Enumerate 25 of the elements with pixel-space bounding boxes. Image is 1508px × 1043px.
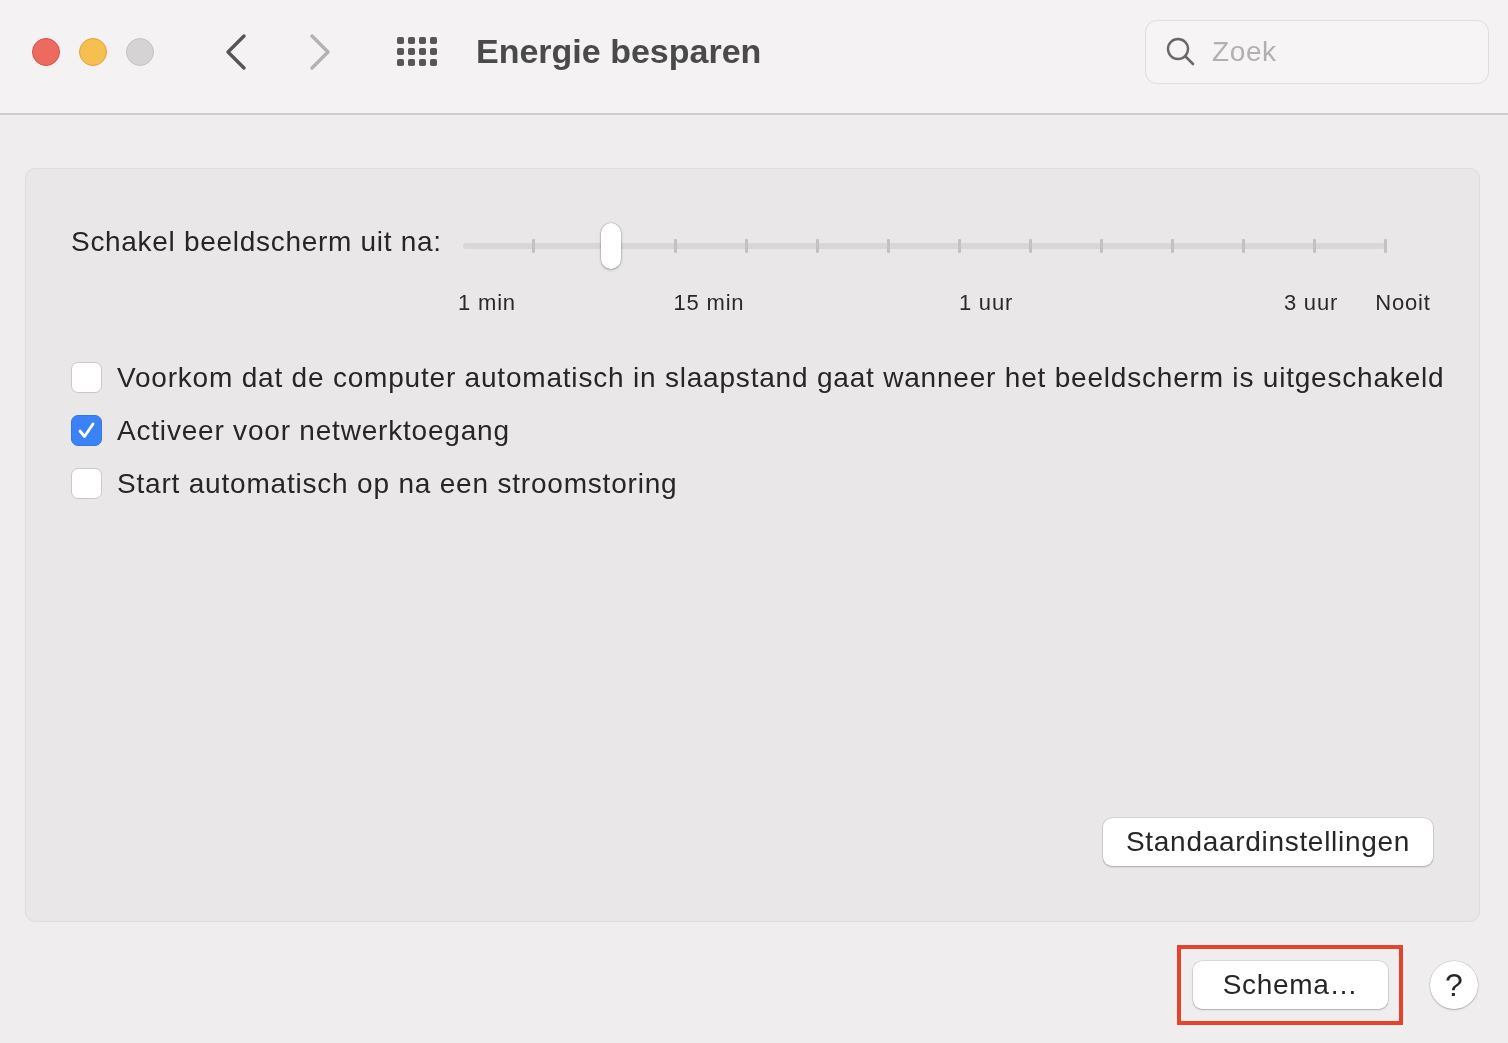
schedule-button[interactable]: Schema… [1193, 961, 1388, 1009]
defaults-button[interactable]: Standaardinstellingen [1103, 818, 1433, 866]
chevron-left-icon[interactable] [224, 32, 248, 71]
slider-label: Schakel beeldscherm uit na: [71, 226, 443, 259]
search-field[interactable]: Zoek [1145, 19, 1489, 84]
checkbox[interactable] [71, 468, 102, 499]
tick-label: Nooit [1375, 289, 1431, 317]
checkbox[interactable] [71, 362, 102, 393]
checkbox[interactable] [71, 415, 102, 446]
search-icon [1166, 36, 1195, 66]
tick-label: 1 min [458, 289, 516, 317]
checkbox-label: Activeer voor netwerktoegang [117, 414, 510, 447]
tick-label: 15 min [673, 289, 745, 317]
checkbox-label: Start automatisch op na een stroomstoring [117, 467, 678, 500]
close-icon[interactable] [32, 37, 60, 66]
checkbox-label: Voorkom dat de computer automatisch in slaapstand gaat wanneer het beeldscherm is uitgeschakeld [117, 361, 1445, 394]
help-button[interactable]: ? [1430, 961, 1478, 1009]
slider-track[interactable] [463, 223, 1385, 269]
slider-thumb[interactable] [600, 223, 621, 269]
tick-label: 1 uur [958, 289, 1014, 317]
tick-label: 3 uur [1283, 289, 1339, 317]
minimize-icon[interactable] [79, 37, 107, 66]
grid-icon[interactable] [397, 37, 437, 66]
window-title: Energie besparen [476, 32, 762, 71]
checkmark-icon [77, 421, 96, 440]
